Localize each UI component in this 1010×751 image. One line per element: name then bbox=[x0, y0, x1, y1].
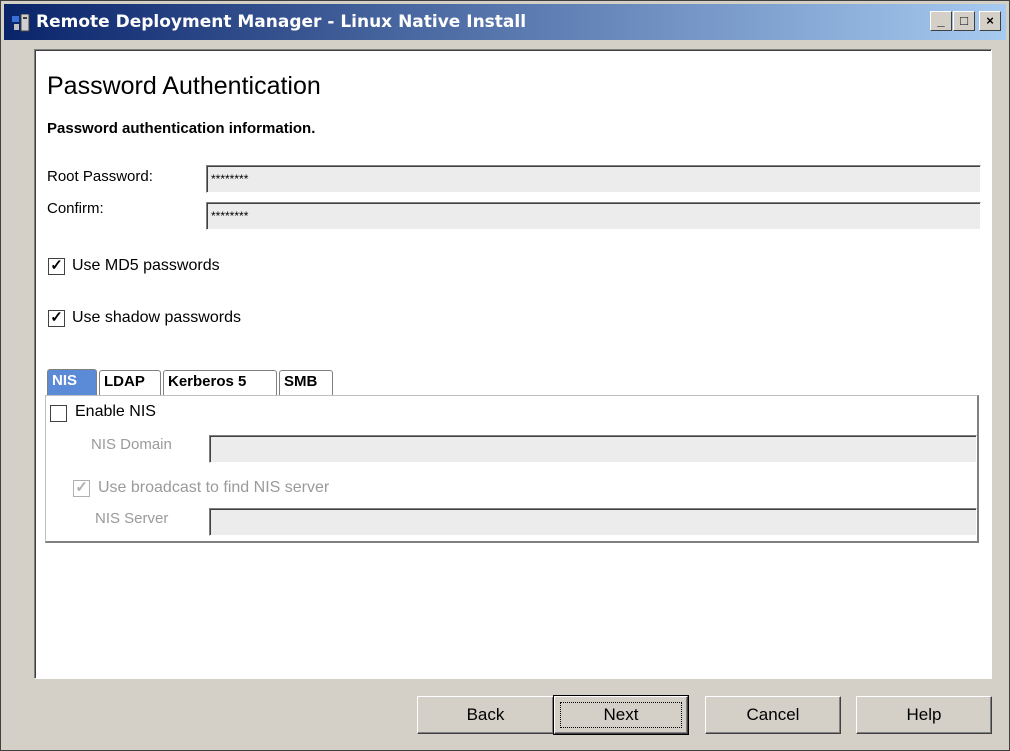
focus-ring bbox=[560, 702, 682, 728]
page-title: Password Authentication bbox=[47, 72, 321, 100]
shadow-label: Use shadow passwords bbox=[72, 309, 241, 326]
md5-label: Use MD5 passwords bbox=[72, 257, 220, 274]
installer-window: Remote Deployment Manager - Linux Native… bbox=[0, 0, 1010, 751]
broadcast-label: Use broadcast to find NIS server bbox=[98, 479, 330, 496]
enable-nis-label: Enable NIS bbox=[75, 403, 156, 420]
tab-kerberos[interactable]: Kerberos 5 bbox=[163, 370, 277, 395]
app-icon bbox=[12, 14, 30, 32]
close-icon: × bbox=[986, 13, 994, 28]
confirm-label: Confirm: bbox=[47, 200, 104, 217]
next-button[interactable]: Next bbox=[553, 695, 689, 735]
root-password-label: Root Password: bbox=[47, 168, 153, 185]
root-password-field[interactable]: ******** bbox=[206, 165, 981, 193]
tab-smb[interactable]: SMB bbox=[279, 370, 333, 395]
close-button[interactable]: × bbox=[979, 11, 1001, 31]
window-title: Remote Deployment Manager - Linux Native… bbox=[36, 12, 527, 32]
md5-checkbox[interactable]: ✓ bbox=[48, 258, 65, 275]
help-button[interactable]: Help bbox=[856, 696, 992, 734]
nis-domain-label: NIS Domain bbox=[91, 436, 172, 453]
back-button[interactable]: Back bbox=[417, 696, 554, 734]
tab-nis[interactable]: NIS bbox=[47, 369, 97, 396]
page-subtitle: Password authentication information. bbox=[47, 120, 316, 137]
minimize-icon: _ bbox=[937, 13, 945, 28]
nis-server-label: NIS Server bbox=[95, 510, 169, 527]
content-panel: Password Authentication Password authent… bbox=[34, 49, 992, 679]
nis-domain-field[interactable] bbox=[209, 435, 977, 463]
nis-server-field[interactable] bbox=[209, 508, 977, 536]
shadow-checkbox[interactable]: ✓ bbox=[48, 310, 65, 327]
maximize-icon: □ bbox=[960, 13, 968, 28]
minimize-button[interactable]: _ bbox=[930, 11, 952, 31]
broadcast-checkbox[interactable]: ✓ bbox=[73, 480, 90, 497]
enable-nis-checkbox[interactable] bbox=[50, 405, 67, 422]
cancel-button[interactable]: Cancel bbox=[705, 696, 841, 734]
maximize-button[interactable]: □ bbox=[953, 11, 975, 31]
confirm-password-field[interactable]: ******** bbox=[206, 202, 981, 230]
title-bar[interactable]: Remote Deployment Manager - Linux Native… bbox=[4, 4, 1006, 40]
tab-ldap[interactable]: LDAP bbox=[99, 370, 161, 395]
